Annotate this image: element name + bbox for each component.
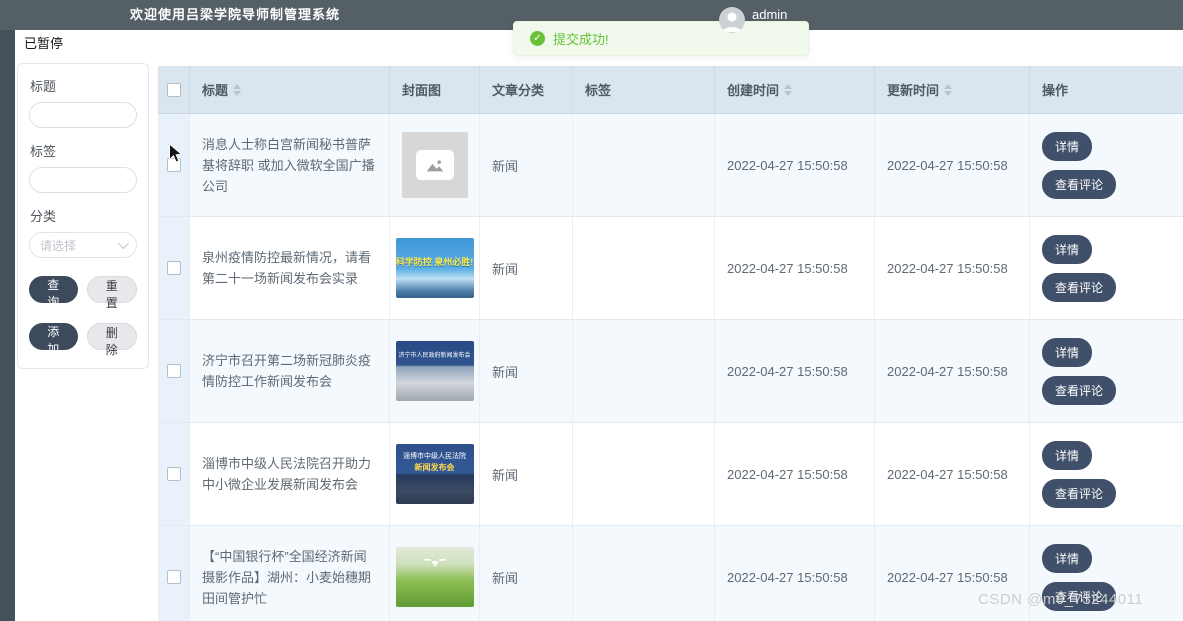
- row-checkbox[interactable]: [166, 570, 181, 584]
- collapsed-sidebar[interactable]: [0, 30, 15, 621]
- table-row: 泉州疫情防控最新情况，请看第二十一场新闻发布会实录 科学防控 泉州必胜! 新闻 …: [158, 217, 1183, 320]
- article-title: 消息人士称白宫新闻秘书普萨基将辞职 或加入微软全国广播公司: [190, 114, 390, 217]
- user-icon: [723, 12, 741, 32]
- row-checkbox[interactable]: [166, 467, 181, 481]
- row-checkbox[interactable]: [166, 364, 181, 378]
- column-header-created[interactable]: 创建时间: [715, 66, 875, 114]
- article-tag: [573, 423, 715, 526]
- article-category: 新闻: [480, 526, 573, 621]
- created-time: 2022-04-27 15:50:58: [715, 423, 875, 526]
- row-checkbox[interactable]: [166, 261, 181, 275]
- category-filter-label: 分类: [30, 209, 57, 224]
- cover-image: 科学防控 泉州必胜!: [395, 238, 474, 298]
- paused-status-label: 已暂停: [24, 36, 64, 51]
- tag-filter-input[interactable]: [29, 167, 137, 193]
- table-row: 消息人士称白宫新闻秘书普萨基将辞职 或加入微软全国广播公司 新闻 2022-04…: [158, 114, 1183, 217]
- delete-button[interactable]: 删除: [86, 323, 137, 357]
- mouse-cursor: [169, 143, 183, 163]
- table-header-row: 标题 封面图 文章分类 标签 创建时间 更新时间 操作: [158, 66, 1183, 114]
- articles-table: 标题 封面图 文章分类 标签 创建时间 更新时间 操作 消息人士称白宫新闻秘书普…: [158, 66, 1183, 621]
- title-filter-label: 标题: [30, 79, 57, 94]
- column-header-cover: 封面图: [390, 66, 480, 114]
- column-header-category: 文章分类: [480, 66, 573, 114]
- article-title: 泉州疫情防控最新情况，请看第二十一场新闻发布会实录: [190, 217, 390, 320]
- article-tag: [573, 114, 715, 217]
- sort-carets-icon[interactable]: [944, 83, 953, 96]
- search-button[interactable]: 查询: [29, 276, 78, 309]
- sort-carets-icon[interactable]: [233, 83, 242, 96]
- detail-button[interactable]: 详情: [1042, 337, 1093, 367]
- table-row: 淄博市中级人民法院召开助力中小微企业发展新闻发布会 淄博市中级人民法院 新闻发布…: [158, 423, 1183, 526]
- column-header-title[interactable]: 标题: [190, 66, 390, 114]
- article-tag: [573, 526, 715, 621]
- tag-filter-label: 标签: [30, 144, 57, 159]
- cover-image: 淄博市中级人民法院 新闻发布会: [395, 444, 474, 504]
- toast-message: 提交成功!: [553, 32, 609, 47]
- chevron-down-icon: [117, 237, 130, 250]
- article-tag: [573, 320, 715, 423]
- updated-time: 2022-04-27 15:50:58: [875, 423, 1030, 526]
- view-comments-button[interactable]: 查看评论: [1042, 478, 1117, 508]
- select-all-checkbox[interactable]: [166, 82, 181, 97]
- article-title: 淄博市中级人民法院召开助力中小微企业发展新闻发布会: [190, 423, 390, 526]
- article-title: 【“中国银行杯”全国经济新闻摄影作品】湖州：小麦始穗期 田间管护忙: [190, 526, 390, 621]
- reset-button[interactable]: 重置: [86, 276, 137, 310]
- view-comments-button[interactable]: 查看评论: [1042, 375, 1117, 405]
- cover-image: 济宁市人民政府新闻发布会: [395, 341, 474, 401]
- category-select-placeholder: 请选择: [40, 238, 77, 253]
- column-header-updated[interactable]: 更新时间: [875, 66, 1030, 114]
- created-time: 2022-04-27 15:50:58: [715, 526, 875, 621]
- title-filter-input[interactable]: [29, 102, 137, 128]
- article-tag: [573, 217, 715, 320]
- add-button[interactable]: 添加: [29, 323, 78, 356]
- created-time: 2022-04-27 15:50:58: [715, 114, 875, 217]
- drone-icon: [423, 559, 446, 567]
- article-category: 新闻: [480, 423, 573, 526]
- sort-carets-icon[interactable]: [784, 83, 793, 96]
- created-time: 2022-04-27 15:50:58: [715, 320, 875, 423]
- article-category: 新闻: [480, 320, 573, 423]
- success-check-icon: ✓: [530, 31, 545, 46]
- view-comments-button[interactable]: 查看评论: [1042, 169, 1117, 199]
- watermark-label: CSDN @m0_73244011: [978, 591, 1144, 608]
- detail-button[interactable]: 详情: [1042, 440, 1093, 470]
- article-category: 新闻: [480, 114, 573, 217]
- avatar[interactable]: [719, 7, 745, 33]
- updated-time: 2022-04-27 15:50:58: [875, 320, 1030, 423]
- column-header-tag: 标签: [573, 66, 715, 114]
- cover-image: [395, 547, 474, 607]
- created-time: 2022-04-27 15:50:58: [715, 217, 875, 320]
- category-select[interactable]: 请选择: [29, 232, 137, 258]
- column-header-actions: 操作: [1030, 66, 1183, 114]
- detail-button[interactable]: 详情: [1042, 131, 1093, 161]
- table-row: 济宁市召开第二场新冠肺炎疫情防控工作新闻发布会 济宁市人民政府新闻发布会 新闻 …: [158, 320, 1183, 423]
- updated-time: 2022-04-27 15:50:58: [875, 114, 1030, 217]
- view-comments-button[interactable]: 查看评论: [1042, 272, 1117, 302]
- article-category: 新闻: [480, 217, 573, 320]
- cover-image-placeholder: [401, 132, 468, 198]
- detail-button[interactable]: 详情: [1042, 543, 1093, 573]
- updated-time: 2022-04-27 15:50:58: [875, 217, 1030, 320]
- detail-button[interactable]: 详情: [1042, 234, 1093, 264]
- username-label[interactable]: admin: [752, 2, 787, 28]
- article-title: 济宁市召开第二场新冠肺炎疫情防控工作新闻发布会: [190, 320, 390, 423]
- page-title: 欢迎使用吕梁学院导师制管理系统: [130, 7, 341, 22]
- image-placeholder-icon: [426, 159, 443, 171]
- filter-panel: 标题 标签 分类 请选择 查询 重置 添加 删除: [17, 63, 149, 369]
